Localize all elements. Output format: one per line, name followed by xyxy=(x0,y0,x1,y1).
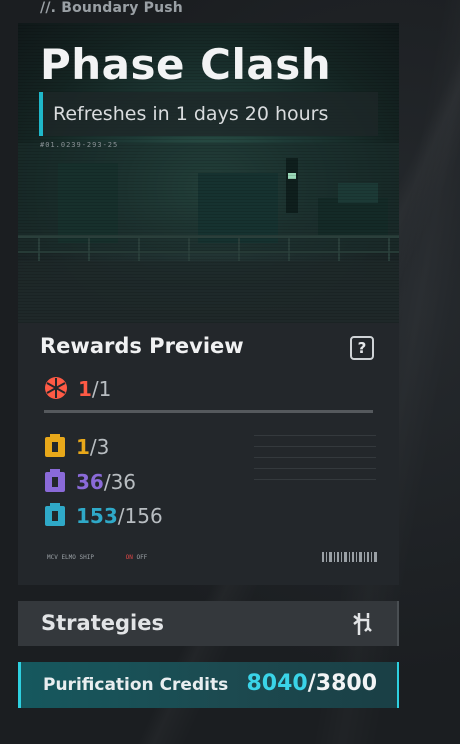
strategies-button[interactable]: Strategies xyxy=(18,601,399,646)
event-serial: #01.0239-293-25 xyxy=(40,141,119,149)
on-label: ON xyxy=(125,554,133,561)
credits-total: /3800 xyxy=(307,671,377,696)
status-micro-text: MCV ELMO SHIP ON OFF xyxy=(47,554,147,561)
orange-emblem-icon xyxy=(44,376,68,405)
event-title: Phase Clash xyxy=(40,40,332,89)
reward-row-gold: 1/3 xyxy=(44,434,109,463)
reward-row-cyan: 153/156 xyxy=(44,503,163,532)
reward-current: 153 xyxy=(76,504,118,528)
reward-total: /3 xyxy=(89,435,110,459)
question-icon[interactable]: ? xyxy=(350,336,374,360)
reward-total: /36 xyxy=(103,470,137,494)
section-label: //. Boundary Push xyxy=(40,0,183,16)
reward-row-purple: 36/36 xyxy=(44,469,136,498)
strategy-branch-icon xyxy=(351,611,375,641)
reward-current: 1 xyxy=(78,377,92,401)
gold-chest-icon xyxy=(44,434,66,463)
barcode-icon xyxy=(322,552,378,564)
off-label: OFF xyxy=(136,554,148,561)
refresh-timer: Refreshes in 1 days 20 hours xyxy=(39,92,378,136)
reward-total: /156 xyxy=(117,504,163,528)
ship-label: MCV ELMO SHIP xyxy=(47,554,94,561)
reward-current: 36 xyxy=(76,470,104,494)
cyan-chest-icon xyxy=(44,503,66,532)
event-card[interactable]: Phase Clash Refreshes in 1 days 20 hours… xyxy=(18,23,399,585)
purification-credits-bar[interactable]: Purification Credits 8040/3800 xyxy=(18,662,399,708)
purple-chest-icon xyxy=(44,469,66,498)
reward-current: 1 xyxy=(76,435,90,459)
credits-value: 8040/3800 xyxy=(247,671,378,696)
decorative-text-block xyxy=(254,435,376,487)
credits-label: Purification Credits xyxy=(43,675,229,695)
rewards-title: Rewards Preview xyxy=(40,334,244,358)
strategies-label: Strategies xyxy=(41,611,164,635)
divider xyxy=(44,410,373,413)
reward-row-emblem: 1/1 xyxy=(44,376,111,405)
reward-total: /1 xyxy=(91,377,112,401)
credits-current: 8040 xyxy=(246,671,308,696)
